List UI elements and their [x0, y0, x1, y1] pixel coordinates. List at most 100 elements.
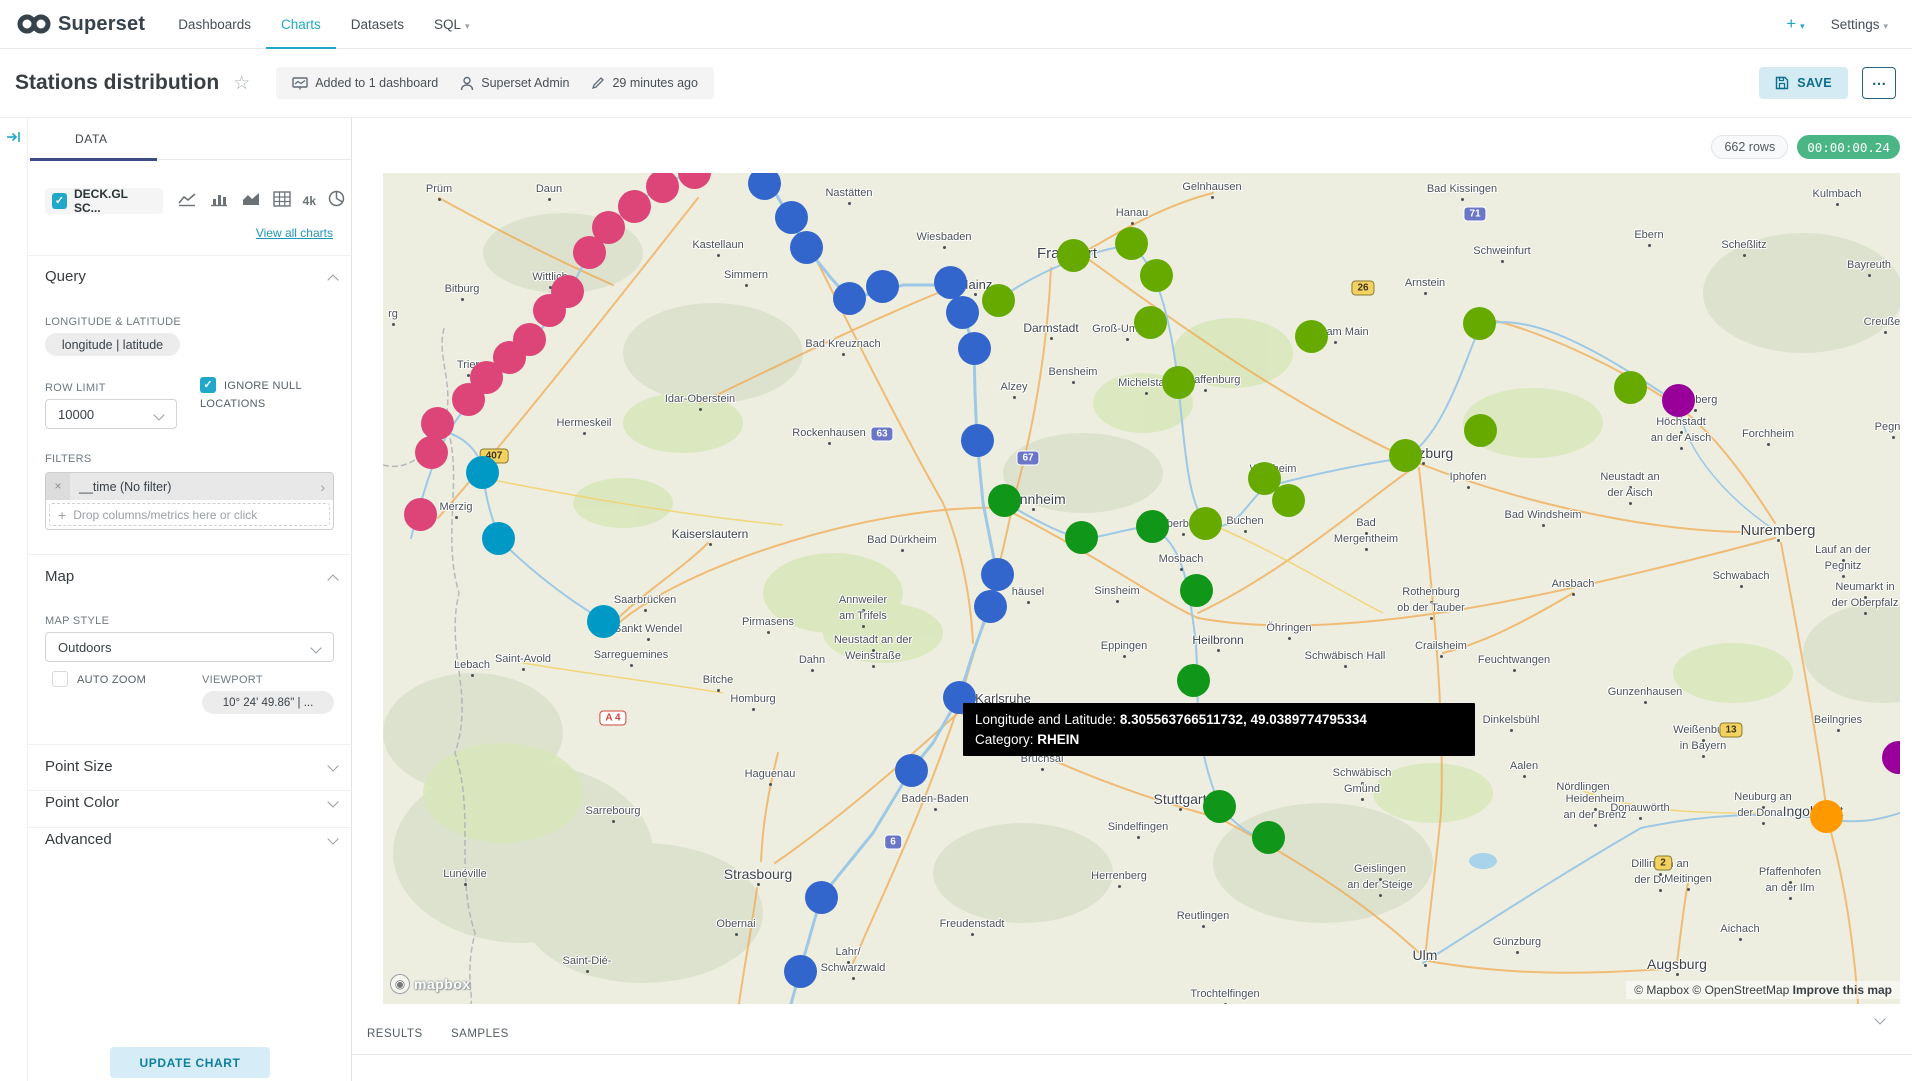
table-icon[interactable] [273, 191, 291, 212]
map-city-label: Schwabach [1713, 570, 1770, 582]
station-point-rhein[interactable] [946, 296, 979, 329]
station-point-mosel[interactable] [513, 323, 546, 356]
pie-chart-icon[interactable] [328, 190, 345, 212]
station-point-main[interactable] [1464, 414, 1497, 447]
station-point-main[interactable] [1614, 371, 1647, 404]
map-city-dot [1137, 836, 1140, 839]
remove-filter-icon[interactable]: × [46, 473, 70, 500]
station-point-rhein[interactable] [805, 881, 838, 914]
lonlat-chip[interactable]: longitude | latitude [45, 333, 180, 356]
station-point-donau[interactable] [1810, 800, 1843, 833]
station-point-rhein[interactable] [958, 332, 991, 365]
more-actions-button[interactable]: … [1862, 67, 1896, 99]
map-city-label: Bad [1356, 517, 1376, 529]
station-point-neckar[interactable] [1177, 664, 1210, 697]
chevron-down-icon[interactable] [327, 760, 338, 771]
area-chart-icon[interactable] [241, 191, 261, 212]
section-point-color[interactable]: Point Color [45, 794, 119, 811]
station-point-rhein[interactable] [775, 201, 808, 234]
collapse-results-icon[interactable] [1876, 1010, 1884, 1028]
nav-dashboards[interactable]: Dashboards [163, 0, 266, 49]
chevron-up-icon[interactable] [327, 574, 338, 585]
station-point-neckar[interactable] [988, 484, 1021, 517]
station-point-rhein[interactable] [895, 754, 928, 787]
station-point-main[interactable] [1115, 227, 1148, 260]
viz-4k-option[interactable]: 4k [303, 194, 316, 208]
station-point-rhein[interactable] [981, 558, 1014, 591]
dashboard-badge[interactable]: Added to 1 dashboard [292, 76, 438, 91]
nav-datasets[interactable]: Datasets [336, 0, 419, 49]
station-point-rhein[interactable] [974, 590, 1007, 623]
chevron-up-icon[interactable] [327, 274, 338, 285]
bar-chart-icon[interactable] [209, 191, 229, 212]
station-point-neckar[interactable] [1203, 790, 1236, 823]
station-point-rhein[interactable] [790, 231, 823, 264]
section-advanced[interactable]: Advanced [45, 831, 112, 848]
ignore-null-checkbox[interactable]: ✓ [200, 377, 216, 393]
favorite-star-icon[interactable]: ☆ [233, 72, 250, 95]
line-chart-icon[interactable] [177, 191, 197, 212]
section-map[interactable]: Map [45, 568, 74, 585]
station-point-rhein[interactable] [934, 266, 967, 299]
station-point-mosel[interactable] [404, 498, 437, 531]
map-city-dot [1032, 508, 1035, 511]
settings-menu[interactable]: Settings▾ [1831, 17, 1888, 32]
last-modified-badge[interactable]: 29 minutes ago [591, 76, 697, 90]
section-point-size[interactable]: Point Size [45, 758, 113, 775]
station-point-neckar[interactable] [1065, 521, 1098, 554]
station-point-regnitz[interactable] [1662, 384, 1695, 417]
station-point-neckar[interactable] [1136, 510, 1169, 543]
station-point-main[interactable] [1272, 484, 1305, 517]
row-limit-select[interactable]: 10000 [45, 399, 177, 429]
station-point-main[interactable] [1134, 306, 1167, 339]
station-point-mosel[interactable] [421, 407, 454, 440]
tab-samples[interactable]: SAMPLES [451, 1028, 509, 1040]
mapbox-logo[interactable]: ◉ mapbox [390, 974, 471, 994]
expand-datasource-icon[interactable] [6, 130, 22, 149]
station-point-main[interactable] [982, 284, 1015, 317]
filter-time-pill[interactable]: × __time (No filter) › [46, 473, 333, 500]
station-point-main[interactable] [1189, 507, 1222, 540]
station-point-main[interactable] [1140, 259, 1173, 292]
save-button[interactable]: SAVE [1759, 67, 1848, 99]
station-point-mosel[interactable] [618, 190, 651, 223]
station-point-mosel[interactable] [415, 436, 448, 469]
section-query[interactable]: Query [45, 268, 86, 285]
station-point-main[interactable] [1463, 307, 1496, 340]
tab-results[interactable]: RESULTS [367, 1028, 423, 1040]
chevron-down-icon[interactable] [327, 833, 338, 844]
station-point-main[interactable] [1057, 239, 1090, 272]
station-point-saar[interactable] [587, 605, 620, 638]
station-point-rhein[interactable] [784, 955, 817, 988]
viewport-chip[interactable]: 10° 24' 49.86" | ... [202, 691, 334, 714]
station-point-main[interactable] [1295, 320, 1328, 353]
station-point-main[interactable] [1389, 439, 1422, 472]
view-all-charts-link[interactable]: View all charts [256, 226, 333, 240]
station-point-rhein[interactable] [866, 270, 899, 303]
update-chart-button[interactable]: UPDATE CHART [110, 1047, 270, 1078]
superset-logo[interactable]: Superset [0, 12, 163, 36]
station-point-saar[interactable] [482, 522, 515, 555]
station-point-rhein[interactable] [961, 424, 994, 457]
station-point-saar[interactable] [466, 456, 499, 489]
map-style-select[interactable]: Outdoors [45, 632, 334, 662]
nav-sql[interactable]: SQL▾ [419, 0, 485, 49]
station-point-neckar[interactable] [1252, 821, 1285, 854]
chevron-down-icon[interactable] [327, 796, 338, 807]
filter-drop-zone[interactable]: + Drop columns/metrics here or click [49, 503, 330, 526]
viz-type-selected[interactable]: ✓ DECK.GL SC... [45, 188, 163, 214]
tab-data[interactable]: DATA [75, 132, 108, 146]
station-point-mosel[interactable] [551, 275, 584, 308]
station-point-main[interactable] [1162, 366, 1195, 399]
improve-map-link[interactable]: Improve this map [1793, 983, 1892, 997]
station-point-neckar[interactable] [1180, 574, 1213, 607]
owner-badge[interactable]: Superset Admin [460, 76, 569, 91]
map-city-label: Bad Kissingen [1427, 183, 1497, 195]
map-canvas[interactable]: PrümDaunNastättenGelnhausenBad Kissingen… [383, 173, 1900, 1004]
station-point-rhein[interactable] [833, 282, 866, 315]
map-city-dot [1224, 1003, 1227, 1004]
map-city-label: der Aisch [1607, 487, 1652, 499]
new-button[interactable]: +▾ [1786, 14, 1804, 34]
auto-zoom-checkbox[interactable] [52, 671, 68, 687]
nav-charts[interactable]: Charts [266, 0, 336, 49]
